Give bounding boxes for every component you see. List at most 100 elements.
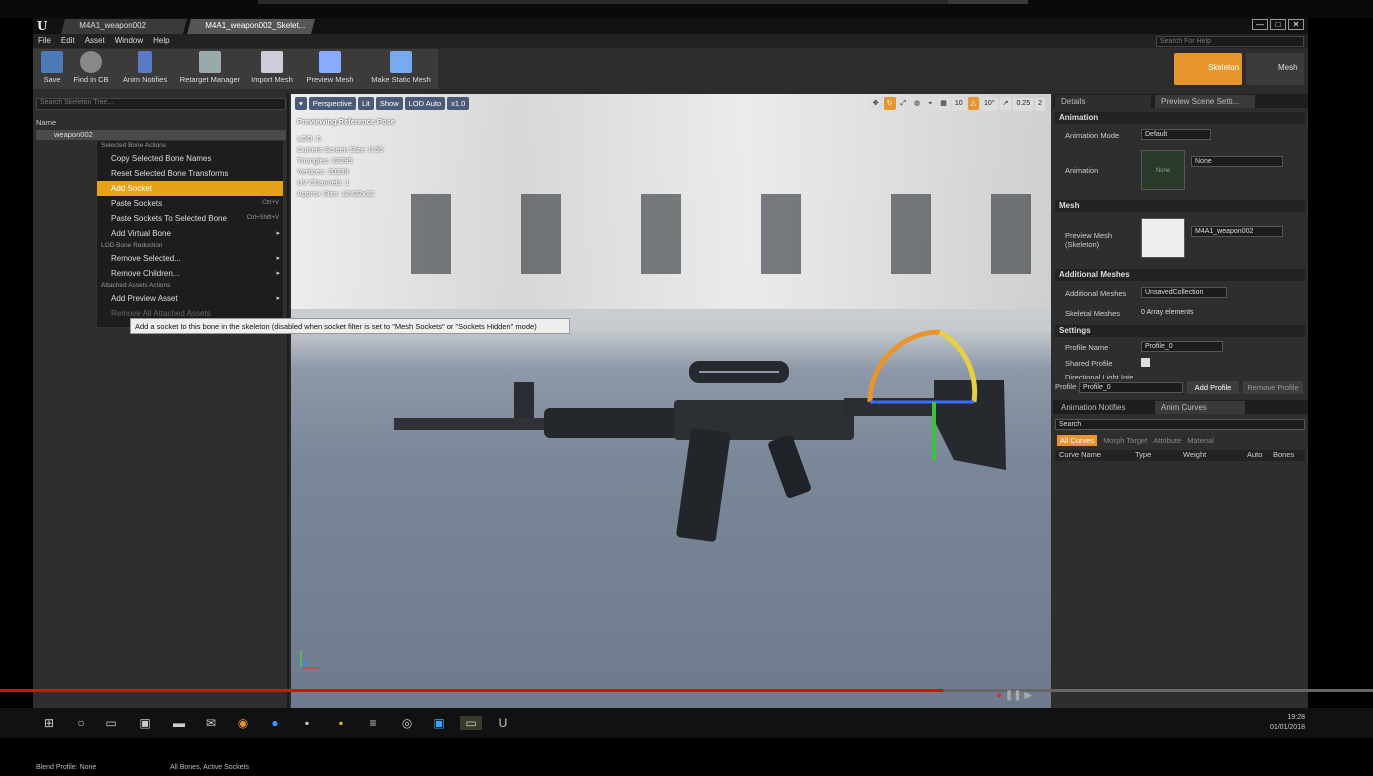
additional-meshes-section[interactable]: Additional Meshes <box>1055 269 1305 281</box>
grid-snap-value[interactable]: 10 <box>951 98 966 111</box>
import-mesh-button[interactable]: Import Mesh <box>247 51 297 87</box>
settings-section[interactable]: Settings <box>1055 325 1305 337</box>
minimize-button[interactable]: — <box>1252 19 1268 30</box>
add-socket-item[interactable]: Add Socket <box>97 181 283 196</box>
profile-name-input[interactable]: Profile_0 <box>1141 341 1223 352</box>
world-local-icon[interactable]: ◍ <box>911 97 924 110</box>
translate-tool-icon[interactable]: ✥ <box>869 97 882 110</box>
remove-profile-button[interactable]: Remove Profile <box>1243 381 1303 394</box>
tab-skeleton-asset[interactable]: M4A1_weapon002_Skelet... <box>186 19 316 34</box>
filter-all-curves[interactable]: All Curves <box>1057 435 1098 446</box>
menu-window[interactable]: Window <box>110 34 148 47</box>
lod-button[interactable]: LOD Auto <box>404 97 446 110</box>
task-view-icon[interactable]: ▭ <box>104 716 118 730</box>
app2-icon[interactable]: ◎ <box>400 716 414 730</box>
chrome-icon[interactable]: ◉ <box>236 716 250 730</box>
obs-icon[interactable]: ▭ <box>460 716 482 730</box>
viewport-toolbar: ▾ Perspective Lit Show LOD Auto x1.0 <box>295 97 471 111</box>
filter-attribute[interactable]: Attribute <box>1153 436 1181 445</box>
filter-material[interactable]: Material <box>1187 436 1214 445</box>
remove-children-item[interactable]: Remove Children... ▸ <box>97 266 283 281</box>
title-strip-button <box>948 0 1028 4</box>
shortcut-text: Ctrl+V <box>262 200 279 206</box>
find-in-cb-button[interactable]: Find in CB <box>69 51 113 87</box>
scale-snap-value[interactable]: 0.25 <box>1013 98 1034 111</box>
bone-filter-dropdown[interactable]: All Bones, Active Sockets <box>170 764 249 771</box>
blend-profile-dropdown[interactable]: Blend Profile: None <box>36 764 96 771</box>
unreal-taskbar-icon[interactable]: U <box>496 716 510 730</box>
tab-preview-scene[interactable]: Preview Scene Setti... <box>1155 95 1255 108</box>
copy-bone-names-item[interactable]: Copy Selected Bone Names <box>97 151 283 166</box>
video-progress-bar[interactable] <box>0 689 1373 692</box>
retarget-manager-button[interactable]: Retarget Manager <box>175 51 245 87</box>
pause-icon[interactable]: ❚❚ <box>1005 690 1022 701</box>
surface-snap-icon[interactable]: ⌖ <box>925 98 936 111</box>
filter-morph-target[interactable]: Morph Target <box>1103 436 1147 445</box>
make-static-mesh-button[interactable]: Make Static Mesh <box>367 51 435 87</box>
preview-mesh-button[interactable]: Preview Mesh <box>301 51 359 87</box>
photoshop-icon[interactable]: ▣ <box>432 716 446 730</box>
help-search-input[interactable]: Search For Help <box>1156 36 1304 47</box>
menu-edit[interactable]: Edit <box>56 34 80 47</box>
show-button[interactable]: Show <box>375 97 403 110</box>
store-icon[interactable]: ▣ <box>138 716 152 730</box>
paste-sockets-item[interactable]: Paste Sockets Ctrl+V <box>97 196 283 211</box>
menu-item-label: Add Socket <box>111 184 152 193</box>
animation-dropdown[interactable]: None <box>1191 156 1283 167</box>
tab-mesh-asset[interactable]: M4A1_weapon002 <box>60 19 188 34</box>
preview-mesh-dropdown[interactable]: M4A1_weapon002 <box>1191 226 1283 237</box>
tab-anim-curves[interactable]: Anim Curves <box>1155 401 1245 414</box>
notes-icon[interactable]: ▪ <box>334 716 348 730</box>
save-button[interactable]: Save <box>37 51 67 87</box>
rotation-snap-icon[interactable]: △ <box>967 97 979 110</box>
skeleton-mode-button[interactable]: Skeleton <box>1174 53 1242 85</box>
app-icon[interactable]: ▪ <box>300 716 314 730</box>
step-icon[interactable]: ▶ <box>1024 690 1032 701</box>
skype-icon[interactable]: ● <box>268 716 282 730</box>
tab-animation-notifies[interactable]: Animation Notifies <box>1055 401 1151 414</box>
animation-mode-dropdown[interactable]: Default <box>1141 129 1211 140</box>
anim-notifies-button[interactable]: Anim Notifies <box>117 51 173 87</box>
save-icon <box>41 51 63 73</box>
menu-file[interactable]: File <box>33 34 56 47</box>
menu-asset[interactable]: Asset <box>80 34 110 47</box>
building-window <box>411 194 451 274</box>
maximize-button[interactable]: □ <box>1270 19 1286 30</box>
mail-icon[interactable]: ✉ <box>204 716 218 730</box>
viewport-options-button[interactable]: ▾ <box>295 97 307 110</box>
scale-tool-icon[interactable]: ⤢ <box>897 98 910 111</box>
add-preview-asset-item[interactable]: Add Preview Asset ▸ <box>97 291 283 306</box>
profile-dropdown[interactable]: Profile_0 <box>1079 382 1183 393</box>
animation-section[interactable]: Animation <box>1055 112 1305 124</box>
lit-button[interactable]: Lit <box>357 97 374 110</box>
search-icon[interactable]: ○ <box>74 716 88 730</box>
close-button[interactable]: ✕ <box>1288 19 1304 30</box>
camera-speed-value[interactable]: 2 <box>1035 98 1045 111</box>
menu-item-label: Copy Selected Bone Names <box>111 154 212 163</box>
shared-profile-checkbox[interactable] <box>1141 358 1150 367</box>
scale-snap-icon[interactable]: ↗ <box>999 97 1012 110</box>
explorer-icon[interactable]: ▬ <box>172 716 186 730</box>
menu-help[interactable]: Help <box>148 34 174 47</box>
grid-snap-icon[interactable]: ▦ <box>937 97 950 110</box>
additional-meshes-dropdown[interactable]: UnsavedCollection <box>1141 287 1227 298</box>
record-icon[interactable]: ● <box>996 690 1002 701</box>
rotate-tool-icon[interactable]: ↻ <box>883 97 896 110</box>
bone-row-root[interactable]: weapon002 <box>36 130 286 140</box>
paste-sockets-to-bone-item[interactable]: Paste Sockets To Selected Bone Ctrl+Shift… <box>97 211 283 226</box>
reset-bone-transforms-item[interactable]: Reset Selected Bone Transforms <box>97 166 283 181</box>
remove-selected-item[interactable]: Remove Selected... ▸ <box>97 251 283 266</box>
tab-details[interactable]: Details <box>1055 95 1151 108</box>
mesh-section[interactable]: Mesh <box>1055 200 1305 212</box>
rotation-snap-value[interactable]: 10° <box>981 98 998 111</box>
playback-speed-button[interactable]: x1.0 <box>447 97 470 110</box>
windows-start-icon[interactable]: ⊞ <box>42 716 56 730</box>
tool-icon[interactable]: ≡ <box>366 716 380 730</box>
menu-item-label: Paste Sockets <box>111 199 163 208</box>
add-profile-button[interactable]: Add Profile <box>1187 381 1239 394</box>
curves-search-input[interactable]: Search <box>1055 419 1305 430</box>
perspective-button[interactable]: Perspective <box>308 97 356 110</box>
mesh-mode-button[interactable]: Mesh <box>1246 53 1304 85</box>
add-virtual-bone-item[interactable]: Add Virtual Bone ▸ <box>97 226 283 241</box>
skeleton-search-input[interactable]: Search Skeleton Tree... <box>36 98 286 110</box>
